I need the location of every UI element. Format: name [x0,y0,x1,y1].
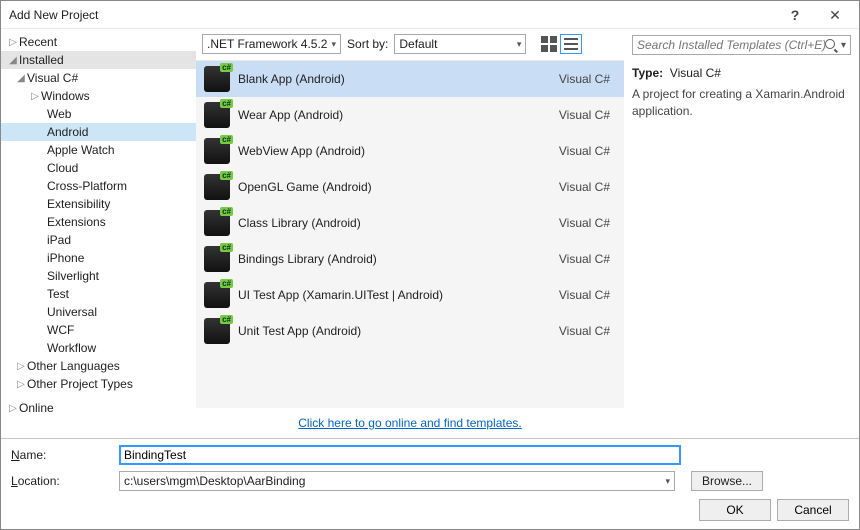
template-label: Bindings Library (Android) [238,252,559,266]
location-label: Location: [11,474,109,488]
chevron-down-icon: ▾ [331,39,336,50]
template-language: Visual C# [559,216,610,230]
list-icon [564,38,578,50]
view-small-icons-button[interactable] [560,34,582,54]
tree-item-universal[interactable]: Universal [1,303,196,321]
tree-item-apple-watch[interactable]: Apple Watch [1,141,196,159]
template-language: Visual C# [559,108,610,122]
search-input[interactable] [637,38,825,52]
template-row[interactable]: Blank App (Android)Visual C# [196,61,624,97]
chevron-right-icon: ▷ [15,361,27,372]
tree-other-types[interactable]: ▷ Other Project Types [1,375,196,393]
chevron-down-icon: ◢ [15,73,27,84]
location-value: c:\users\mgm\Desktop\AarBinding [124,474,305,488]
chevron-right-icon: ▷ [29,91,41,102]
template-row[interactable]: Wear App (Android)Visual C# [196,97,624,133]
tree-item-test[interactable]: Test [1,285,196,303]
view-medium-icons-button[interactable] [538,34,560,54]
template-language: Visual C# [559,324,610,338]
template-language: Visual C# [559,288,610,302]
tree-item-wcf[interactable]: WCF [1,321,196,339]
chevron-down-icon: ▾ [841,40,846,51]
window-title: Add New Project [9,8,775,22]
help-button[interactable]: ? [775,2,815,28]
template-icon [204,102,230,128]
template-icon [204,246,230,272]
ok-button[interactable]: OK [699,499,771,521]
tree-item-cross-platform[interactable]: Cross-Platform [1,177,196,195]
tree-item-ipad[interactable]: iPad [1,231,196,249]
category-tree: ▷ Recent ◢ Installed ◢ Visual C# ▷Window… [1,29,196,438]
template-label: OpenGL Game (Android) [238,180,559,194]
tree-item-android[interactable]: Android [1,123,196,141]
template-icon [204,174,230,200]
tree-item-workflow[interactable]: Workflow [1,339,196,357]
tree-item-iphone[interactable]: iPhone [1,249,196,267]
tree-recent[interactable]: ▷ Recent [1,33,196,51]
chevron-right-icon: ▷ [15,379,27,390]
template-label: Unit Test App (Android) [238,324,559,338]
tree-other-languages[interactable]: ▷ Other Languages [1,357,196,375]
tree-online[interactable]: ▷ Online [1,399,196,417]
online-templates-link[interactable]: Click here to go online and find templat… [196,408,624,438]
sortby-label: Sort by: [347,37,388,51]
template-label: Wear App (Android) [238,108,559,122]
chevron-right-icon: ▷ [7,403,19,414]
tree-item-silverlight[interactable]: Silverlight [1,267,196,285]
template-language: Visual C# [559,72,610,86]
template-row[interactable]: OpenGL Game (Android)Visual C# [196,169,624,205]
location-select[interactable]: c:\users\mgm\Desktop\AarBinding ▾ [119,471,675,491]
template-label: WebView App (Android) [238,144,559,158]
type-label: Type: [632,66,663,80]
tree-visualcs[interactable]: ◢ Visual C# [1,69,196,87]
sortby-select-value: Default [399,37,437,51]
template-list: Blank App (Android)Visual C#Wear App (An… [196,60,624,408]
template-language: Visual C# [559,144,610,158]
tree-installed[interactable]: ◢ Installed [1,51,196,69]
tree-item-extensibility[interactable]: Extensibility [1,195,196,213]
sortby-select[interactable]: Default ▾ [394,34,526,54]
name-label: Name: [11,448,109,462]
close-button[interactable]: ✕ [815,2,855,28]
cancel-button[interactable]: Cancel [777,499,849,521]
template-row[interactable]: Class Library (Android)Visual C# [196,205,624,241]
chevron-down-icon: ◢ [7,55,19,66]
browse-button[interactable]: Browse... [691,471,763,491]
template-row[interactable]: UI Test App (Xamarin.UITest | Android)Vi… [196,277,624,313]
tree-item-web[interactable]: Web [1,105,196,123]
template-icon [204,138,230,164]
template-label: UI Test App (Xamarin.UITest | Android) [238,288,559,302]
name-field[interactable] [119,445,681,465]
template-icon [204,282,230,308]
chevron-right-icon: ▷ [7,37,19,48]
framework-select[interactable]: .NET Framework 4.5.2 ▾ [202,34,341,54]
grid-icon [541,36,557,52]
template-language: Visual C# [559,180,610,194]
tree-item-windows[interactable]: ▷Windows [1,87,196,105]
chevron-down-icon: ▾ [517,39,522,50]
search-icon [825,39,837,51]
type-value: Visual C# [670,66,721,80]
template-icon [204,318,230,344]
template-row[interactable]: Bindings Library (Android)Visual C# [196,241,624,277]
chevron-down-icon: ▾ [665,476,670,487]
template-icon [204,66,230,92]
template-language: Visual C# [559,252,610,266]
type-description: A project for creating a Xamarin.Android… [632,86,851,120]
template-details: Type: Visual C# A project for creating a… [632,65,851,119]
template-row[interactable]: WebView App (Android)Visual C# [196,133,624,169]
template-icon [204,210,230,236]
tree-item-extensions[interactable]: Extensions [1,213,196,231]
template-label: Class Library (Android) [238,216,559,230]
framework-select-value: .NET Framework 4.5.2 [207,37,327,51]
template-row[interactable]: Unit Test App (Android)Visual C# [196,313,624,349]
template-label: Blank App (Android) [238,72,559,86]
tree-item-cloud[interactable]: Cloud [1,159,196,177]
filter-bar: .NET Framework 4.5.2 ▾ Sort by: Default … [196,29,624,60]
search-field[interactable]: ▾ [632,35,851,55]
